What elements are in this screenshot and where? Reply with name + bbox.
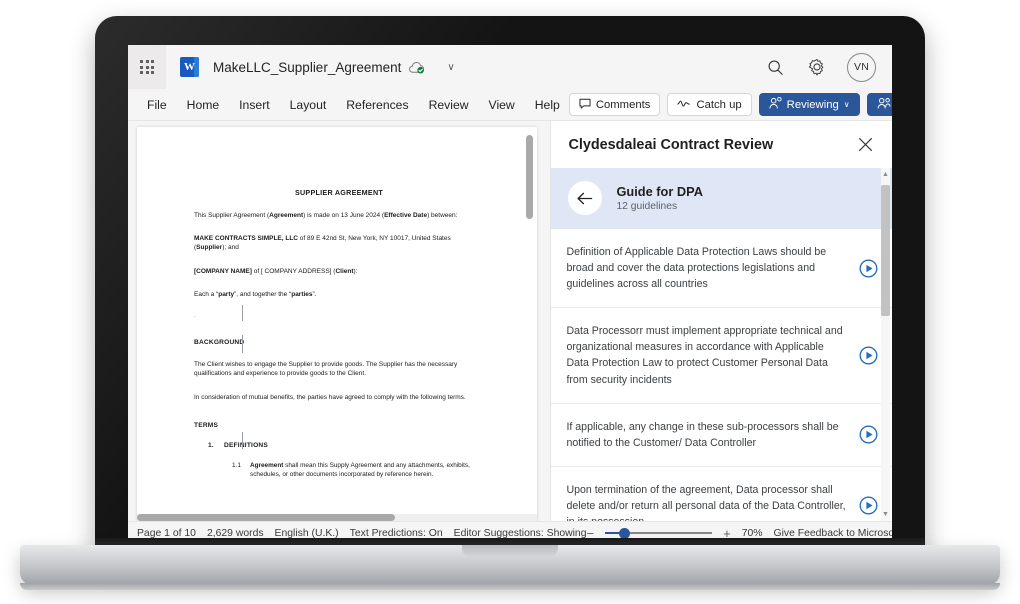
- panel-title: Clydesdaleai Contract Review: [568, 136, 774, 153]
- ribbon-tab-bar: File Home Insert Layout References Revie…: [128, 89, 892, 121]
- title-bar: W MakeLLC_Supplier_Agreement ∨ VN: [128, 45, 892, 89]
- guide-header[interactable]: Guide for DPA 12 guidelines: [551, 168, 892, 229]
- change-bar: [242, 432, 243, 449]
- doc-placeholder-mark: .: [194, 313, 196, 320]
- catch-up-label: Catch up: [696, 98, 742, 111]
- contract-review-panel: Clydesdaleai Contract Review Guide for D…: [550, 121, 892, 521]
- play-icon[interactable]: [859, 259, 878, 278]
- document-horizontal-scrollbar-thumb[interactable]: [137, 514, 395, 521]
- doc-clause-1: 1. DEFINITIONS: [208, 441, 268, 449]
- gear-icon[interactable]: [805, 55, 829, 79]
- tab-help[interactable]: Help: [526, 94, 569, 116]
- reviewing-label: Reviewing: [786, 98, 839, 111]
- cloud-saved-icon[interactable]: [408, 61, 425, 74]
- waffle-grid: [140, 60, 154, 74]
- guideline-card[interactable]: If applicable, any change in these sub-p…: [551, 403, 892, 467]
- doc-clause-1-1: 1.1 Agreement shall mean this Supply Agre…: [232, 461, 470, 479]
- guideline-text: Definition of Applicable Data Protection…: [566, 246, 827, 291]
- language[interactable]: English (U.K.): [275, 528, 339, 539]
- search-icon[interactable]: [763, 55, 787, 79]
- guideline-card[interactable]: Definition of Applicable Data Protection…: [551, 229, 892, 309]
- document-page[interactable]: SUPPLIER AGREEMENT This Supplier Agreeme…: [137, 127, 537, 521]
- share-icon: [877, 97, 891, 112]
- doc-background-paragraph-1: The Client wishes to engage the Supplier…: [194, 361, 458, 378]
- document-title[interactable]: MakeLLC_Supplier_Agreement: [213, 60, 401, 75]
- catch-up-button[interactable]: Catch up: [667, 93, 752, 116]
- word-icon-letter: W: [184, 61, 195, 73]
- avatar[interactable]: VN: [847, 52, 876, 82]
- doc-background-paragraph-2: In consideration of mutual benefits, the…: [194, 393, 466, 401]
- app-launcher-icon[interactable]: [128, 45, 166, 89]
- panel-header: Clydesdaleai Contract Review: [551, 121, 892, 168]
- document-scrollbar-thumb[interactable]: [526, 135, 533, 219]
- doc-paragraph-2: MAKE CONTRACTS SIMPLE, LLC of 89 E 42nd …: [194, 235, 451, 252]
- comment-icon: [579, 98, 591, 112]
- catchup-icon: [677, 99, 691, 111]
- laptop-foot: [20, 583, 1000, 590]
- doc-paragraph-4: Each a “party”, and together the “partie…: [194, 290, 317, 298]
- reviewing-button[interactable]: Reviewing ∨: [758, 93, 860, 116]
- guide-title: Guide for DPA: [616, 184, 703, 199]
- play-icon[interactable]: [859, 496, 878, 515]
- feedback-link[interactable]: Give Feedback to Microsoft: [773, 528, 892, 539]
- play-icon[interactable]: [859, 346, 878, 365]
- status-bar-left: Page 1 of 10 2,629 words English (U.K.) …: [137, 528, 587, 539]
- tab-file[interactable]: File: [138, 94, 176, 116]
- tab-view[interactable]: View: [480, 94, 524, 116]
- guide-subtitle: 12 guidelines: [616, 200, 678, 212]
- doc-paragraph-1: This Supplier Agreement (Agreement) is m…: [194, 212, 458, 219]
- guideline-card[interactable]: Data Processorr must implement appropria…: [551, 308, 892, 404]
- reviewing-icon: [769, 97, 782, 112]
- change-bar: [242, 305, 243, 321]
- scroll-up-arrow-icon[interactable]: ▲: [881, 168, 890, 181]
- chevron-down-icon: ∨: [843, 100, 850, 109]
- doc-heading: SUPPLIER AGREEMENT: [294, 188, 384, 197]
- comments-label: Comments: [595, 98, 651, 111]
- share-button[interactable]: Share ∨: [866, 93, 892, 116]
- change-bar: [242, 335, 243, 353]
- ribbon-actions: Comments Catch up Reviewing ∨: [568, 93, 892, 116]
- text-predictions-status[interactable]: Text Predictions: On: [350, 528, 443, 539]
- play-icon[interactable]: [859, 425, 878, 444]
- guideline-text: Upon termination of the agreement, Data …: [566, 483, 846, 521]
- doc-heading-background: BACKGROUND: [194, 339, 245, 347]
- panel-body: Guide for DPA 12 guidelines Definition o…: [551, 168, 892, 521]
- laptop-base-notch: [462, 545, 558, 557]
- title-chevron-down-icon[interactable]: ∨: [447, 62, 454, 73]
- comments-button[interactable]: Comments: [568, 93, 661, 116]
- guideline-text: Data Processorr must implement appropria…: [566, 325, 843, 386]
- tab-home[interactable]: Home: [178, 94, 229, 116]
- tab-insert[interactable]: Insert: [230, 94, 278, 116]
- doc-heading-terms: TERMS: [194, 421, 219, 429]
- editor-suggestions-status[interactable]: Editor Suggestions: Showing: [454, 528, 587, 539]
- panel-scrollbar-thumb[interactable]: [881, 185, 890, 316]
- scroll-down-arrow-icon[interactable]: ▼: [881, 508, 890, 521]
- workspace: SUPPLIER AGREEMENT This Supplier Agreeme…: [128, 121, 892, 521]
- zoom-level[interactable]: 70%: [742, 528, 763, 539]
- ribbon-tabs: File Home Insert Layout References Revie…: [138, 94, 569, 116]
- zoom-slider-thumb[interactable]: [619, 527, 631, 539]
- document-area: SUPPLIER AGREEMENT This Supplier Agreeme…: [128, 121, 551, 521]
- guideline-card[interactable]: Upon termination of the agreement, Data …: [551, 466, 892, 521]
- word-count[interactable]: 2,629 words: [207, 528, 264, 539]
- guide-header-text: Guide for DPA 12 guidelines: [616, 184, 703, 212]
- document-horizontal-scrollbar-track[interactable]: [137, 514, 537, 521]
- title-bar-actions: VN: [763, 52, 892, 82]
- page-count[interactable]: Page 1 of 10: [137, 528, 196, 539]
- tab-review[interactable]: Review: [420, 94, 478, 116]
- back-arrow-icon[interactable]: [568, 181, 603, 215]
- application-screen: W MakeLLC_Supplier_Agreement ∨ VN File H…: [128, 45, 892, 542]
- close-icon[interactable]: [854, 134, 876, 156]
- word-app-icon: W: [180, 57, 199, 77]
- laptop-mockup: W MakeLLC_Supplier_Agreement ∨ VN File H…: [0, 0, 1020, 604]
- tab-references[interactable]: References: [337, 94, 417, 116]
- doc-paragraph-3: [COMPANY NAME] of [ COMPANY ADDRESS] (Cl…: [194, 267, 358, 275]
- document-content: SUPPLIER AGREEMENT This Supplier Agreeme…: [194, 155, 484, 479]
- guideline-text: If applicable, any change in these sub-p…: [566, 420, 839, 449]
- tab-layout[interactable]: Layout: [281, 94, 336, 116]
